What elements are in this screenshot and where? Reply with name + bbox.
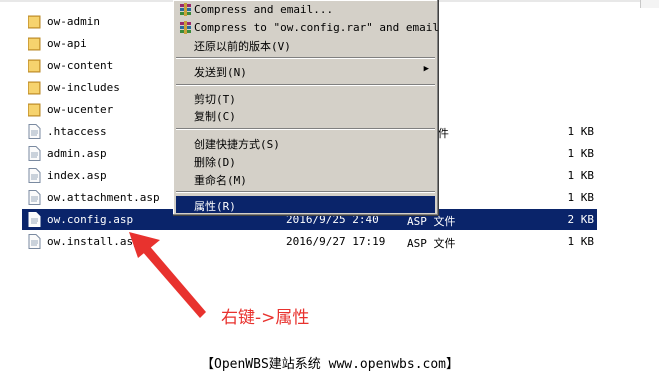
file-name: ow-includes bbox=[47, 81, 120, 94]
file-name: ow-content bbox=[47, 59, 114, 72]
context-menu: Compress and email... Compress to "ow.co… bbox=[173, 0, 439, 216]
file-size: 1 KB bbox=[567, 235, 595, 248]
menu-item-rename[interactable]: 重命名(M) bbox=[176, 170, 435, 187]
file-name: ow.install.asp bbox=[47, 235, 140, 248]
menu-item-delete[interactable]: 删除(D) bbox=[176, 152, 435, 169]
menu-item-label: 剪切(T) bbox=[194, 93, 236, 106]
footer-caption: 【OpenWBS建站系统 www.openwbs.com】 bbox=[201, 357, 460, 372]
menu-item-copy[interactable]: 复制(C) bbox=[176, 106, 435, 123]
annotation-text: 右键->属性 bbox=[221, 308, 310, 328]
menu-separator bbox=[176, 57, 435, 59]
file-name: ow-api bbox=[47, 37, 87, 50]
file-icon bbox=[28, 146, 41, 161]
file-size: 1 KB bbox=[567, 169, 595, 182]
menu-item-properties[interactable]: 属性(R) bbox=[176, 196, 435, 213]
menu-item-send-to[interactable]: 发送到(N) ▶ bbox=[176, 62, 435, 79]
menu-item-label: 创建快捷方式(S) bbox=[194, 138, 280, 151]
winrar-icon bbox=[179, 3, 192, 16]
menu-item-label: 重命名(M) bbox=[194, 174, 247, 187]
menu-item-restore-previous[interactable]: 还原以前的版本(V) bbox=[176, 36, 435, 53]
submenu-arrow-icon: ▶ bbox=[423, 64, 429, 74]
menu-item-label: Compress to "ow.config.rar" and email bbox=[194, 21, 440, 34]
file-name: ow-admin bbox=[47, 15, 100, 28]
menu-item-label: 发送到(N) bbox=[194, 66, 247, 79]
folder-icon bbox=[27, 80, 41, 95]
menu-separator bbox=[176, 84, 435, 86]
file-name: index.asp bbox=[47, 169, 107, 182]
folder-icon bbox=[27, 36, 41, 51]
menu-item-create-shortcut[interactable]: 创建快捷方式(S) bbox=[176, 134, 435, 151]
folder-icon bbox=[27, 14, 41, 29]
winrar-icon bbox=[179, 21, 192, 34]
folder-icon bbox=[27, 58, 41, 73]
menu-item-label: 删除(D) bbox=[194, 156, 236, 169]
folder-icon bbox=[27, 102, 41, 117]
file-type: ASP 文件 bbox=[407, 237, 456, 250]
file-name: ow-ucenter bbox=[47, 103, 114, 116]
menu-separator bbox=[176, 191, 435, 193]
file-size: 1 KB bbox=[567, 191, 595, 204]
file-name: ow.attachment.asp bbox=[47, 191, 160, 204]
menu-item-cut[interactable]: 剪切(T) bbox=[176, 89, 435, 106]
file-size: 1 KB bbox=[567, 125, 595, 138]
menu-item-compress-to-rar-email[interactable]: Compress to "ow.config.rar" and email bbox=[176, 19, 439, 36]
file-name: admin.asp bbox=[47, 147, 107, 160]
file-row[interactable]: ow.install.asp 2016/9/27 17:19 ASP 文件 1 KB bbox=[22, 231, 597, 252]
menu-separator bbox=[176, 128, 435, 130]
menu-item-label: 复制(C) bbox=[194, 110, 236, 123]
file-name: .htaccess bbox=[47, 125, 107, 138]
file-icon bbox=[28, 234, 41, 249]
file-icon bbox=[28, 190, 41, 205]
menu-item-label: 属性(R) bbox=[194, 200, 236, 213]
file-date: 2016/9/27 17:19 bbox=[286, 235, 386, 248]
file-name: ow.config.asp bbox=[47, 213, 134, 226]
file-size: 2 KB bbox=[567, 213, 595, 226]
file-icon bbox=[28, 212, 41, 227]
file-icon bbox=[28, 168, 41, 183]
file-size: 1 KB bbox=[567, 147, 595, 160]
menu-item-label: Compress and email... bbox=[194, 3, 334, 16]
menu-item-label: 还原以前的版本(V) bbox=[194, 40, 291, 53]
menu-item-compress-email[interactable]: Compress and email... bbox=[176, 1, 435, 18]
file-icon bbox=[28, 124, 41, 139]
